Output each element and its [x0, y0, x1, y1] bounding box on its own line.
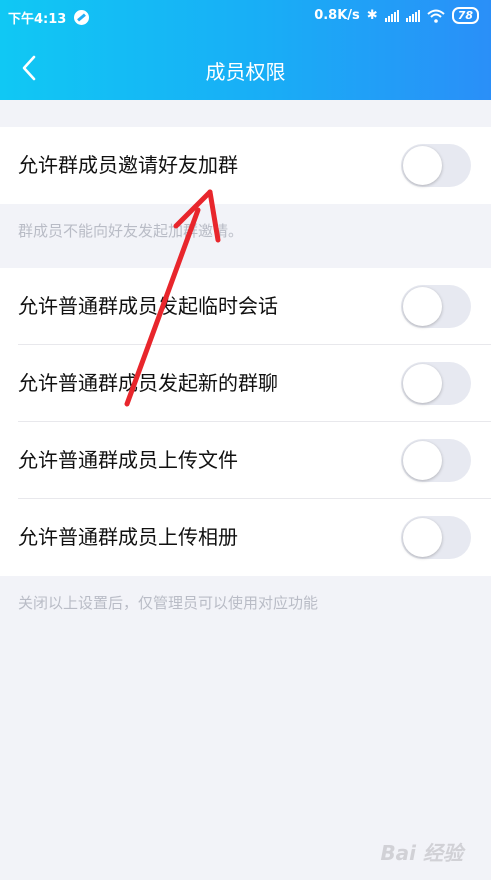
signal-icon — [384, 9, 399, 22]
signal-icon-2 — [405, 9, 420, 22]
page-title: 成员权限 — [205, 60, 286, 84]
watermark-logo: Bai 经验 — [380, 841, 463, 865]
setting-row-upload-album: 允许普通群成员上传相册 — [0, 499, 491, 576]
setting-label: 允许群成员邀请好友加群 — [18, 153, 238, 177]
upload-album-toggle[interactable] — [401, 516, 471, 559]
toggle-knob — [403, 518, 442, 557]
toggle-knob — [403, 364, 442, 403]
temp-chat-toggle[interactable] — [401, 285, 471, 328]
bluetooth-icon: ✱ — [366, 8, 378, 23]
toggle-knob — [403, 441, 442, 480]
invite-settings-group: 允许群成员邀请好友加群 — [0, 127, 491, 204]
setting-row-upload-file: 允许普通群成员上传文件 — [0, 422, 491, 499]
upload-file-toggle[interactable] — [401, 439, 471, 482]
setting-row-new-group-chat: 允许普通群成员发起新的群聊 — [0, 345, 491, 422]
battery-indicator: 78 — [451, 7, 479, 24]
status-bar: 下午4:13 0.8K/s ✱ 78 — [0, 0, 491, 32]
network-speed: 0.8K/s — [314, 8, 360, 23]
new-group-chat-toggle[interactable] — [401, 362, 471, 405]
toggle-knob — [403, 287, 442, 326]
invite-toggle[interactable] — [401, 144, 471, 187]
setting-label: 允许普通群成员发起临时会话 — [18, 294, 278, 318]
setting-row-invite: 允许群成员邀请好友加群 — [0, 127, 491, 204]
nav-bar: 成员权限 — [0, 36, 491, 100]
do-not-disturb-icon — [74, 10, 90, 25]
invite-hint: 群成员不能向好友发起加群邀请。 — [18, 222, 244, 240]
member-permissions-group: 允许普通群成员发起临时会话 允许普通群成员发起新的群聊 允许普通群成员上传文件 … — [0, 268, 491, 576]
wifi-icon — [427, 9, 445, 23]
footer-hint: 关闭以上设置后，仅管理员可以使用对应功能 — [18, 594, 319, 612]
setting-label: 允许普通群成员上传相册 — [18, 525, 238, 549]
toggle-knob — [403, 146, 442, 185]
app-header: 下午4:13 0.8K/s ✱ 78 成员权限 — [0, 0, 491, 100]
setting-label: 允许普通群成员上传文件 — [18, 448, 238, 472]
status-time: 下午4:13 — [8, 12, 67, 27]
setting-label: 允许普通群成员发起新的群聊 — [18, 371, 278, 395]
setting-row-temp-chat: 允许普通群成员发起临时会话 — [0, 268, 491, 345]
